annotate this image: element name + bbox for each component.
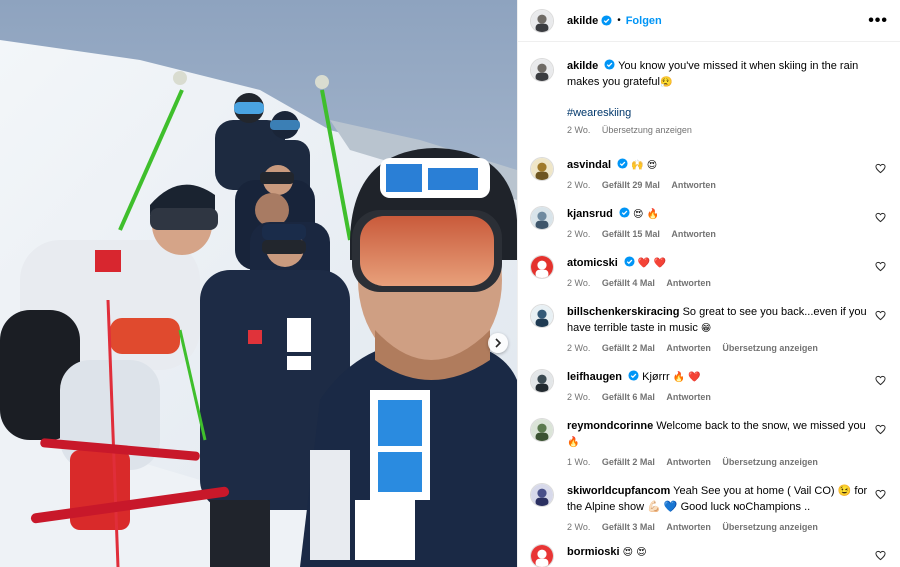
comment-emoji: ❤️ ❤️ (637, 258, 666, 269)
heart-outline-icon[interactable] (875, 163, 886, 174)
reply-button[interactable]: Antworten (666, 522, 711, 532)
post-side-panel: akilde • Folgen ••• akilde You know you'… (517, 0, 900, 567)
post-media[interactable] (0, 0, 517, 567)
hashtag-link[interactable]: #weareskiing (567, 105, 870, 121)
comment-time[interactable]: 2 Wo. (567, 522, 590, 532)
comment: kjansrud 😍 🔥 2 Wo. Gefällt 15 Mal Antwor… (530, 206, 888, 239)
reply-button[interactable]: Antworten (666, 343, 711, 353)
comment-username[interactable]: billschenkerskiracing (567, 306, 680, 318)
reply-button[interactable]: Antworten (666, 457, 711, 467)
comment-likes[interactable]: Gefällt 15 Mal (602, 229, 660, 239)
comment-emoji: 🔥 ❤️ (672, 372, 701, 383)
comment-time[interactable]: 2 Wo. (567, 229, 590, 239)
comment-likes[interactable]: Gefällt 29 Mal (602, 180, 660, 190)
avatar[interactable] (530, 206, 554, 230)
header-username[interactable]: akilde (567, 15, 598, 27)
comment-username[interactable]: atomicski (567, 257, 618, 269)
comment-likes[interactable]: Gefällt 2 Mal (602, 343, 655, 353)
comment: leifhaugen Kjørrr 🔥 ❤️ 2 Wo. Gefällt 6 M… (530, 369, 888, 402)
comment-username[interactable]: skiworldcupfancom (567, 485, 670, 497)
verified-badge-icon (619, 207, 630, 218)
avatar[interactable] (530, 255, 554, 279)
comment-username[interactable]: asvindal (567, 159, 611, 171)
reply-button[interactable]: Antworten (671, 229, 716, 239)
comment-likes[interactable]: Gefällt 2 Mal (602, 457, 655, 467)
comment-emoji: 😍 😍 (622, 547, 647, 558)
comment-time[interactable]: 2 Wo. (567, 343, 590, 353)
reply-button[interactable]: Antworten (671, 180, 716, 190)
translate-button[interactable]: Übersetzung anzeigen (722, 457, 818, 467)
caption: akilde You know you've missed it when sk… (530, 58, 888, 135)
follow-button[interactable]: Folgen (626, 15, 662, 27)
verified-badge-icon (628, 370, 639, 381)
caption-emoji: 😮‍💨 (659, 77, 673, 88)
reply-button[interactable]: Antworten (666, 392, 711, 402)
translate-button[interactable]: Übersetzung anzeigen (722, 522, 818, 532)
comment-likes[interactable]: Gefällt 6 Mal (602, 392, 655, 402)
reply-button[interactable]: Antworten (666, 278, 711, 288)
heart-outline-icon[interactable] (875, 310, 886, 321)
comment-likes[interactable]: Gefällt 3 Mal (602, 522, 655, 532)
heart-outline-icon[interactable] (875, 550, 886, 561)
comment-username[interactable]: reymondcorinne (567, 420, 653, 432)
avatar[interactable] (530, 418, 554, 442)
translate-button[interactable]: Übersetzung anzeigen (722, 343, 818, 353)
avatar[interactable] (530, 369, 554, 393)
chevron-right-icon (495, 338, 502, 348)
translate-button[interactable]: Übersetzung anzeigen (602, 125, 692, 135)
comment-emoji: 🔥 (567, 437, 580, 448)
comment-likes[interactable]: Gefällt 4 Mal (602, 278, 655, 288)
comment-time[interactable]: 2 Wo. (567, 392, 590, 402)
verified-badge-icon (601, 15, 612, 26)
verified-badge-icon (624, 256, 635, 267)
avatar[interactable] (530, 157, 554, 181)
post-header: akilde • Folgen ••• (518, 0, 900, 42)
heart-outline-icon[interactable] (875, 212, 886, 223)
caption-time[interactable]: 2 Wo. (567, 125, 590, 135)
comment-text: Kjørrr (642, 371, 670, 383)
comment: skiworldcupfancom Yeah See you at home (… (530, 483, 888, 532)
comment-username[interactable]: kjansrud (567, 208, 613, 220)
comment: bormioski 😍 😍 (530, 544, 888, 567)
comment-username[interactable]: bormioski (567, 546, 620, 558)
next-slide-button[interactable] (488, 333, 508, 353)
comment-time[interactable]: 1 Wo. (567, 457, 590, 467)
comments-list[interactable]: akilde You know you've missed it when sk… (518, 42, 900, 567)
verified-badge-icon (617, 158, 628, 169)
avatar[interactable] (530, 304, 554, 328)
comment: asvindal 🙌 😍 2 Wo. Gefällt 29 Mal Antwor… (530, 157, 888, 190)
comment-time[interactable]: 2 Wo. (567, 180, 590, 190)
comment-emoji: 😁 (700, 323, 712, 334)
heart-outline-icon[interactable] (875, 424, 886, 435)
comment: billschenkerskiracing So great to see yo… (530, 304, 888, 353)
caption-username[interactable]: akilde (567, 60, 598, 72)
avatar[interactable] (530, 483, 554, 507)
avatar[interactable] (530, 8, 554, 33)
comment-username[interactable]: leifhaugen (567, 371, 622, 383)
heart-outline-icon[interactable] (875, 375, 886, 386)
comment-text: Welcome back to the snow, we missed you (656, 420, 866, 432)
verified-badge-icon (604, 59, 615, 70)
post-photo (0, 0, 517, 567)
comment: atomicski ❤️ ❤️ 2 Wo. Gefällt 4 Mal Antw… (530, 255, 888, 288)
heart-outline-icon[interactable] (875, 261, 886, 272)
avatar[interactable] (530, 544, 554, 567)
avatar[interactable] (530, 58, 554, 82)
separator-dot: • (617, 15, 621, 26)
comment-emoji: 🙌 😍 (631, 160, 658, 171)
comment-time[interactable]: 2 Wo. (567, 278, 590, 288)
comment-emoji: 😍 🔥 (632, 209, 660, 220)
comment: reymondcorinne Welcome back to the snow,… (530, 418, 888, 467)
more-horizontal-icon[interactable]: ••• (868, 12, 888, 28)
heart-outline-icon[interactable] (875, 489, 886, 500)
